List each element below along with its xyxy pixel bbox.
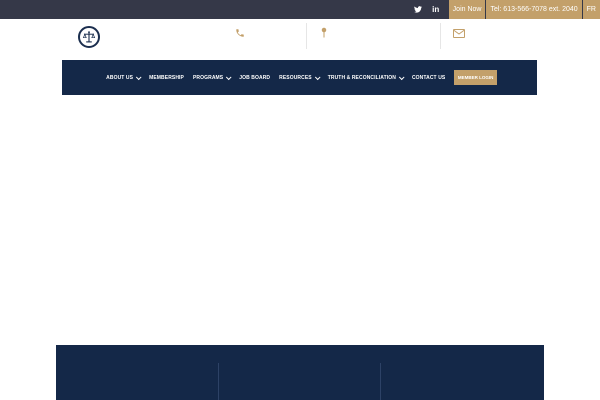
- nav-item-resources[interactable]: RESOURCES: [279, 73, 321, 81]
- footer-divider: [380, 363, 381, 400]
- chevron-down-icon: [135, 73, 142, 80]
- twitter-icon[interactable]: [409, 0, 427, 19]
- logo-scales-icon[interactable]: [78, 26, 100, 48]
- linkedin-icon[interactable]: in: [427, 0, 445, 19]
- nav-item-truth-reconciliation[interactable]: TRUTH & RECONCILIATION: [328, 73, 405, 81]
- chevron-down-icon: [398, 73, 405, 80]
- nav-item-about-us[interactable]: ABOUT US: [106, 73, 142, 81]
- nav-item-programs[interactable]: PROGRAMS: [193, 73, 232, 81]
- nav-item-contact-us[interactable]: CONTACT US: [412, 75, 445, 81]
- main-navigation: ABOUT US MEMBERSHIP PROGRAMS JOB BOARD R…: [62, 60, 537, 95]
- nav-item-membership[interactable]: MEMBERSHIP: [149, 75, 184, 81]
- location-pin-icon: [318, 27, 330, 39]
- footer-panel: [56, 345, 544, 400]
- chevron-down-icon: [226, 73, 232, 80]
- header-divider: [306, 23, 307, 49]
- top-bar: in Join Now Tel: 613-566-7078 ext. 2040 …: [0, 0, 600, 19]
- join-now-button[interactable]: Join Now: [448, 0, 486, 19]
- chevron-down-icon: [314, 73, 321, 80]
- header: [0, 19, 600, 60]
- phone-link[interactable]: Tel: 613-566-7078 ext. 2040: [486, 0, 582, 19]
- envelope-icon: [452, 27, 465, 39]
- language-toggle[interactable]: FR: [582, 0, 600, 19]
- header-divider: [440, 23, 441, 49]
- nav-item-job-board[interactable]: JOB BOARD: [239, 75, 270, 81]
- member-login-button[interactable]: MEMBER LOGIN: [453, 70, 498, 85]
- phone-icon: [234, 27, 246, 39]
- footer-divider: [218, 363, 219, 400]
